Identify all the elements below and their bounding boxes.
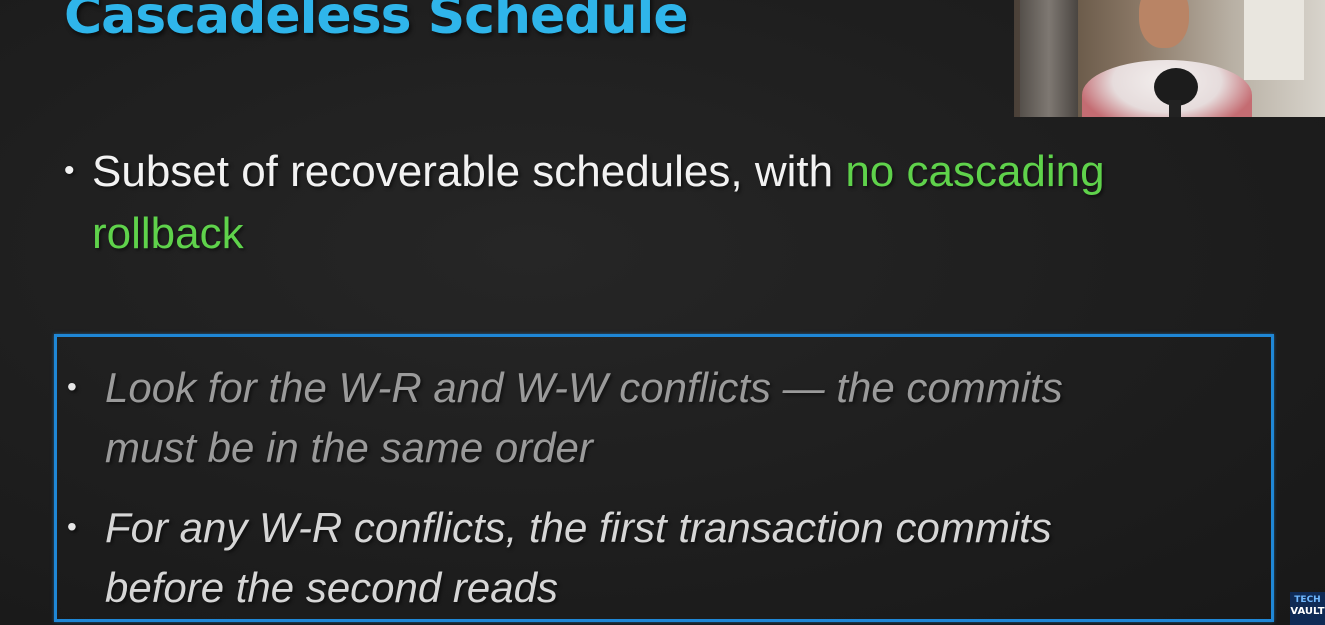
bullet-dot: • xyxy=(67,511,77,542)
tech-vault-logo: TECH VAULT xyxy=(1290,592,1325,625)
callout-item-line1: Look for the W-R and W-W conflicts — the… xyxy=(105,364,1063,411)
callout-box: • Look for the W-R and W-W conflicts — th… xyxy=(54,334,1274,622)
main-bullet: • Subset of recoverable schedules, with n… xyxy=(64,140,1244,265)
logo-line2: VAULT xyxy=(1290,606,1325,617)
logo-line1: TECH xyxy=(1294,595,1321,605)
slide-title: Cascadeless Schedule xyxy=(64,0,689,46)
bullet-dot: • xyxy=(64,154,75,187)
bullet-dot: • xyxy=(67,371,77,402)
presenter-webcam xyxy=(1014,0,1325,117)
webcam-background xyxy=(1020,0,1078,117)
callout-item-line1: For any W-R conflicts, the first transac… xyxy=(105,504,1052,551)
presenter-head xyxy=(1139,0,1189,48)
microphone-stand xyxy=(1169,100,1181,117)
callout-item: • For any W-R conflicts, the first transa… xyxy=(67,497,1227,618)
main-bullet-text: Subset of recoverable schedules, with xyxy=(92,147,834,196)
main-bullet-highlight-continued: rollback xyxy=(92,209,244,258)
slide: Cascadeless Schedule • Subset of recovera… xyxy=(0,0,1325,625)
main-bullet-highlight: no cascading xyxy=(845,147,1105,196)
callout-item-line2: before the second reads xyxy=(105,564,558,611)
callout-item-line2: must be in the same order xyxy=(105,424,593,471)
callout-item: • Look for the W-R and W-W conflicts — th… xyxy=(67,357,1227,478)
webcam-window xyxy=(1244,0,1304,80)
